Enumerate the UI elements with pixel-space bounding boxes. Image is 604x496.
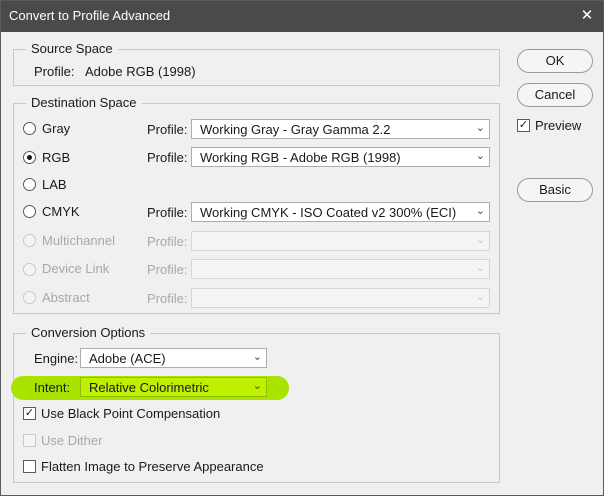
basic-button[interactable]: Basic (517, 178, 593, 202)
abstract-profile-select: ⌄ (191, 288, 490, 308)
radio-cmyk[interactable] (23, 205, 36, 218)
radio-lab[interactable] (23, 178, 36, 191)
chevron-down-icon: ⌄ (475, 291, 485, 303)
cmyk-label: CMYK (42, 204, 80, 219)
flatten-checkbox[interactable] (23, 460, 36, 473)
engine-select[interactable]: Adobe (ACE) ⌄ (80, 348, 267, 368)
lab-label: LAB (42, 177, 67, 192)
chevron-down-icon: ⌄ (475, 122, 485, 134)
chevron-down-icon: ⌄ (252, 351, 262, 363)
cancel-button[interactable]: Cancel (517, 83, 593, 107)
gray-profile-value: Working Gray - Gray Gamma 2.2 (200, 122, 391, 137)
radio-abstract (23, 291, 36, 304)
multichannel-profile-select: ⌄ (191, 231, 490, 251)
preview-checkbox[interactable]: ✓ (517, 119, 530, 132)
chevron-down-icon: ⌄ (475, 234, 485, 246)
gray-label: Gray (42, 121, 71, 136)
source-space-legend: Source Space (26, 41, 118, 56)
rgb-label: RGB (42, 150, 71, 165)
intent-select[interactable]: Relative Colorimetric ⌄ (80, 377, 267, 397)
source-profile-value: Adobe RGB (1998) (85, 64, 196, 79)
cmyk-profile-value: Working CMYK - ISO Coated v2 300% (ECI) (200, 205, 457, 220)
rgb-profile-label: Profile: (147, 150, 188, 165)
engine-value: Adobe (ACE) (89, 351, 166, 366)
cmyk-profile-label: Profile: (147, 205, 188, 220)
abstract-label: Abstract (42, 290, 90, 305)
title-bar: Convert to Profile Advanced ✕ (1, 1, 603, 32)
multichannel-profile-label: Profile: (147, 234, 188, 249)
flatten-label: Flatten Image to Preserve Appearance (41, 459, 264, 474)
chevron-down-icon: ⌄ (252, 380, 262, 392)
abstract-profile-label: Profile: (147, 291, 188, 306)
device-link-label: Device Link (42, 261, 110, 276)
rgb-profile-value: Working RGB - Adobe RGB (1998) (200, 150, 401, 165)
dither-checkbox (23, 434, 36, 447)
cmyk-profile-select[interactable]: Working CMYK - ISO Coated v2 300% (ECI) … (191, 202, 490, 222)
engine-label: Engine: (34, 351, 79, 366)
close-icon[interactable]: ✕ (577, 6, 597, 26)
intent-value: Relative Colorimetric (89, 380, 209, 395)
multichannel-label: Multichannel (42, 233, 115, 248)
window-title: Convert to Profile Advanced (9, 8, 171, 23)
radio-device-link (23, 263, 36, 276)
radio-rgb[interactable] (23, 151, 36, 164)
preview-label: Preview (535, 118, 582, 133)
conversion-options-legend: Conversion Options (26, 325, 151, 340)
intent-label: Intent: (34, 380, 71, 395)
radio-gray[interactable] (23, 122, 36, 135)
destination-space-legend: Destination Space (26, 95, 142, 110)
ok-button[interactable]: OK (517, 49, 593, 73)
dither-label: Use Dither (41, 433, 103, 448)
gray-profile-select[interactable]: Working Gray - Gray Gamma 2.2 ⌄ (191, 119, 490, 139)
gray-profile-label: Profile: (147, 122, 188, 137)
chevron-down-icon: ⌄ (475, 262, 485, 274)
device-link-profile-label: Profile: (147, 262, 188, 277)
black-point-checkbox[interactable]: ✓ (23, 407, 36, 420)
check-icon: ✓ (24, 407, 35, 419)
chevron-down-icon: ⌄ (475, 205, 485, 217)
black-point-label: Use Black Point Compensation (41, 406, 221, 421)
chevron-down-icon: ⌄ (475, 150, 485, 162)
check-icon: ✓ (518, 119, 529, 131)
dialog-window: Convert to Profile Advanced ✕ Source Spa… (0, 0, 604, 496)
source-profile-label: Profile: (34, 64, 75, 79)
radio-multichannel (23, 234, 36, 247)
rgb-profile-select[interactable]: Working RGB - Adobe RGB (1998) ⌄ (191, 147, 490, 167)
device-link-profile-select: ⌄ (191, 259, 490, 279)
